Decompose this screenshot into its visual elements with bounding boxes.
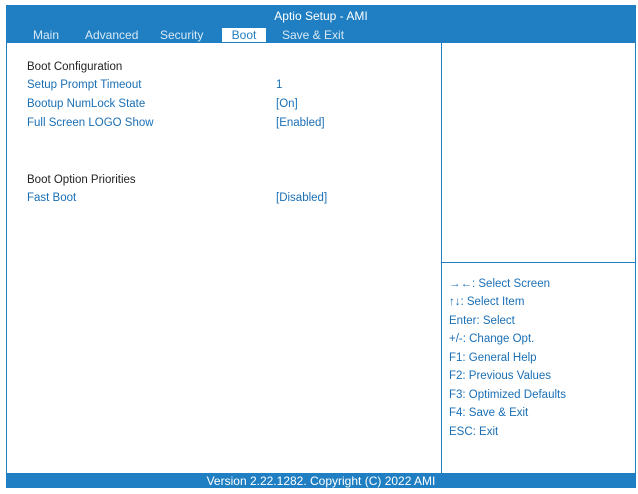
value-full-screen-logo-show[interactable]: [Enabled]: [276, 115, 325, 131]
tab-bar: Main Advanced Security Boot Save & Exit: [6, 28, 636, 42]
header-bar: Aptio Setup - AMI Main Advanced Security…: [6, 5, 636, 42]
tab-main[interactable]: Main: [33, 28, 59, 42]
setting-full-screen-logo-show[interactable]: Full Screen LOGO Show: [27, 115, 154, 131]
app-title: Aptio Setup - AMI: [274, 9, 368, 23]
help-save-exit: F4: Save & Exit: [449, 407, 529, 419]
help-divider: [442, 262, 635, 263]
help-escape-exit: ESC: Exit: [449, 426, 499, 438]
setting-fast-boot[interactable]: Fast Boot: [27, 190, 76, 206]
tab-save-exit[interactable]: Save & Exit: [282, 28, 344, 42]
tab-security[interactable]: Security: [160, 28, 203, 42]
help-change-option: +/-: Change Opt.: [449, 333, 535, 345]
help-panel: →←: Select Screen ↑↓: Select Item Enter:…: [441, 42, 636, 474]
tab-advanced[interactable]: Advanced: [85, 28, 138, 42]
section-heading-boot-option-priorities: Boot Option Priorities: [27, 174, 136, 186]
settings-panel: Boot Configuration Setup Prompt Timeout …: [6, 42, 442, 474]
setting-bootup-numlock-state[interactable]: Bootup NumLock State: [27, 96, 145, 112]
help-optimized-defaults: F3: Optimized Defaults: [449, 389, 566, 401]
bios-setup-screen: Aptio Setup - AMI Main Advanced Security…: [6, 5, 636, 488]
tab-boot[interactable]: Boot: [222, 28, 266, 42]
version-footer: Version 2.22.1282. Copyright (C) 2022 AM…: [6, 474, 636, 488]
section-heading-boot-configuration: Boot Configuration: [27, 61, 123, 73]
setting-setup-prompt-timeout[interactable]: Setup Prompt Timeout: [27, 77, 141, 93]
help-select-item: ↑↓: Select Item: [449, 296, 525, 308]
help-select-screen: →←: Select Screen: [449, 278, 550, 290]
value-fast-boot[interactable]: [Disabled]: [276, 190, 327, 206]
help-previous-values: F2: Previous Values: [449, 370, 552, 382]
help-general-help: F1: General Help: [449, 352, 537, 364]
value-bootup-numlock-state[interactable]: [On]: [276, 96, 298, 112]
value-setup-prompt-timeout[interactable]: 1: [276, 77, 282, 93]
help-enter-select: Enter: Select: [449, 315, 515, 327]
